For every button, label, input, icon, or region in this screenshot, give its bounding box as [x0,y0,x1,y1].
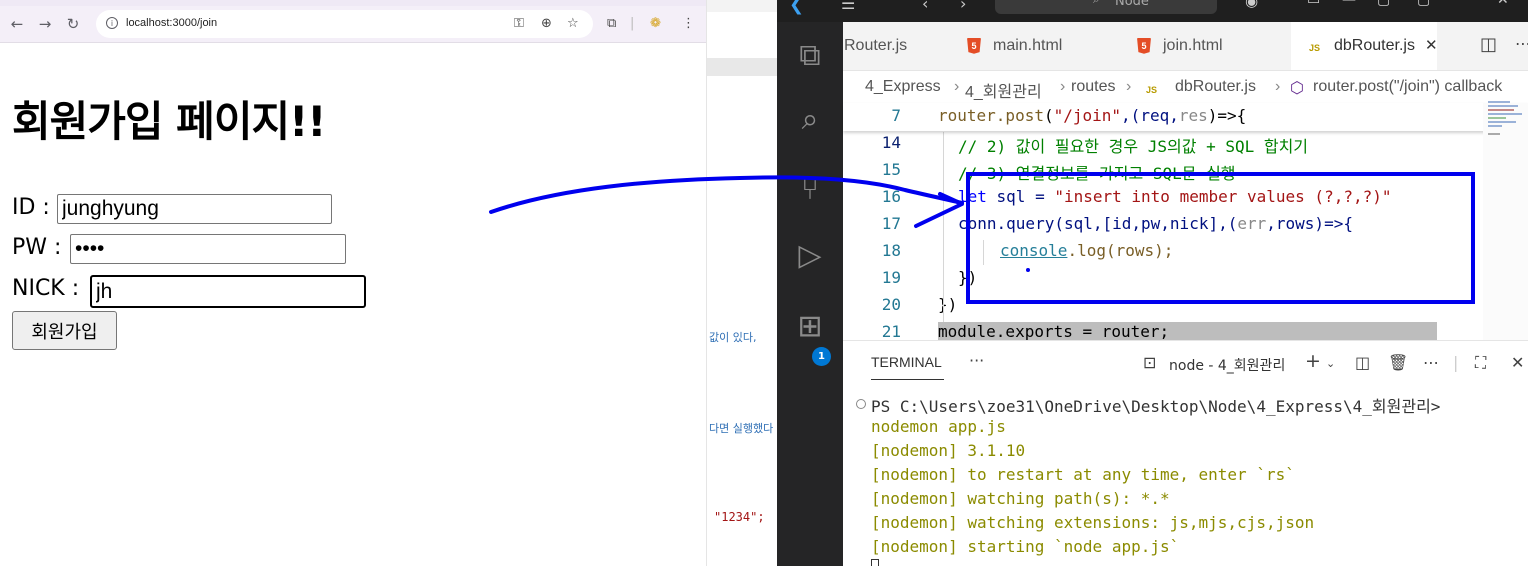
annotation-arrow [489,175,964,228]
